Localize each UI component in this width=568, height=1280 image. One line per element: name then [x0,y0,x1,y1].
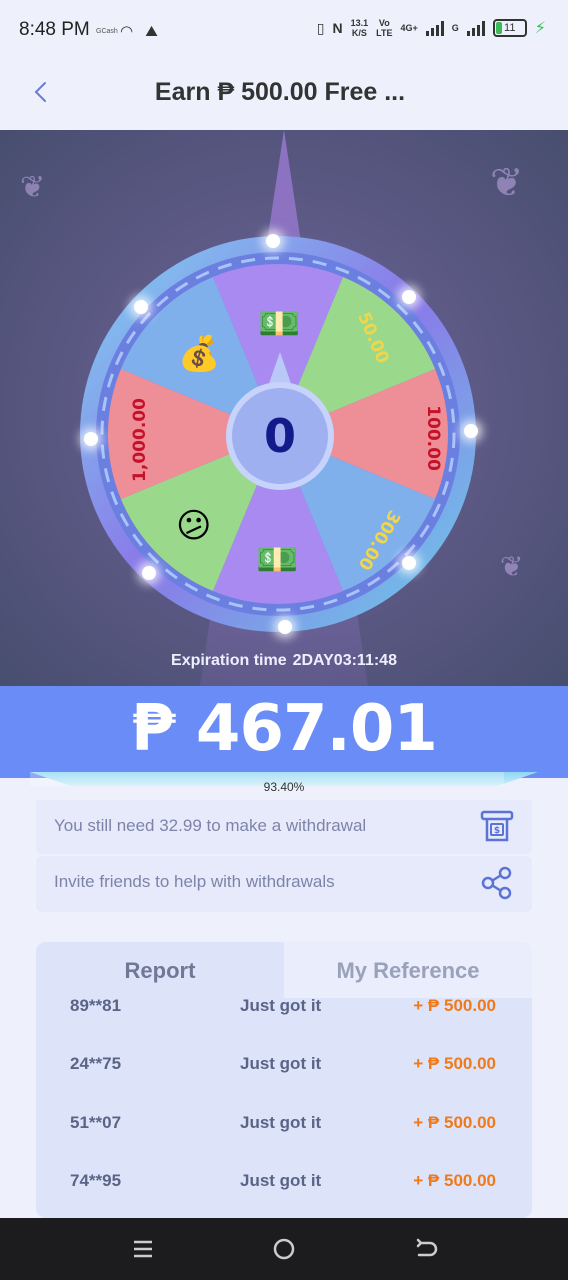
row-amount: + ₱ 500.00 [413,1054,496,1073]
row-amount: + ₱ 500.00 [413,1171,496,1190]
vibrate-icon: ▯ [316,19,325,36]
row-status: Just got it [240,1171,322,1190]
row-phone: 74**95 [70,1171,122,1190]
segment-label-1000: 1,000.00 [129,398,150,482]
row-status: Just got it [240,996,322,1015]
cash-icon: 💵 [258,305,301,343]
row-amount: + ₱ 500.00 [413,1113,496,1132]
speed-value: 13.1 [350,18,369,28]
invite-info-card[interactable]: Invite friends to help with withdrawals [36,856,532,912]
progress-label: 93.40% [263,780,305,794]
expiration-label: Expiration time [171,652,287,669]
battery-level: 11 [504,22,516,34]
wheel-light [278,620,292,634]
table-row: 24**75 Just got it + ₱ 500.00 [36,1054,532,1084]
tab-report[interactable]: Report [36,942,284,998]
expiration-value: 2DAY03:11:48 [292,652,397,669]
withdraw-icon: $ [480,810,514,842]
sad-face-icon: 😕 [176,507,212,545]
row-phone: 24**75 [70,1054,122,1073]
prize-wheel[interactable]: 50.00 100.00 300.00 1,000.00 💵 💰 😕 💵 0 [78,234,478,634]
coins-icon: 💰 [178,335,221,373]
row-phone: 51**07 [70,1113,122,1132]
table-row: 89**81 Just got it + ₱ 500.00 [36,996,532,1026]
wheel-light [84,432,98,446]
invite-text: Invite friends to help with withdrawals [54,872,335,891]
wheel-light [142,566,156,580]
report-panel: Report My Reference 89**81 Just got it +… [36,942,532,1218]
chevron-left-icon [34,82,46,102]
back-button[interactable] [30,80,54,104]
spin-count: 0 [263,409,296,463]
signal-icon-2 [466,20,485,36]
row-status: Just got it [240,1113,322,1132]
row-phone: 89**81 [70,996,122,1015]
butterfly-icon: ❦ [490,161,524,205]
balance-banner: ₱ 467.01 [0,686,568,778]
notification-icons: ◠ ⛰ [120,23,162,40]
share-button[interactable] [478,864,516,902]
wheel-light [464,424,478,438]
share-icon [481,866,512,900]
volte-top: Vo [378,18,390,28]
segment-label-100: 100.00 [422,405,443,471]
spin-wheel-section: ❦ ❦ ❦ 50.00 100.00 300.00 1,000.00 💵 💰 😕… [0,130,568,686]
carrier-tag: GCash [96,28,118,35]
status-right: ▯ N 13.1 K/S Vo LTE 4G+ G 11 ⚡ [317,18,546,38]
home-icon[interactable] [269,1234,299,1264]
cash-icon: 💵 [256,541,299,579]
expiration-timer: Expiration time 2DAY03:11:48 [0,652,568,670]
table-row: 74**95 Just got it + ₱ 500.00 [36,1171,532,1201]
network-speed: 13.1 K/S [351,18,369,38]
wheel-light [134,300,148,314]
status-bar: 8:48 PM GCash ◠ ⛰ ▯ N 13.1 K/S Vo LTE 4G… [0,0,568,58]
withdraw-button[interactable]: $ [478,808,516,846]
butterfly-icon: ❦ [20,171,46,204]
wheel-light [402,290,416,304]
row-status: Just got it [240,1054,322,1073]
tab-my-reference[interactable]: My Reference [284,942,532,998]
signal-icon [425,20,444,36]
butterfly-icon: ❦ [500,551,524,582]
speed-unit: K/S [351,28,367,38]
menu-icon[interactable] [128,1234,158,1264]
table-row: 51**07 Just got it + ₱ 500.00 [36,1113,532,1143]
battery-icon: 11 [492,19,527,37]
back-nav-icon[interactable] [411,1234,441,1264]
wheel-light [402,556,416,570]
charging-icon: ⚡ [534,20,546,37]
volte-indicator: Vo LTE [376,18,392,38]
withdrawal-progress: 93.40% [0,770,568,800]
spin-button[interactable]: 0 [226,382,334,490]
nfc-icon: N [332,20,343,36]
withdraw-need-text: You still need 32.99 to make a withdrawa… [54,816,367,835]
page-title: Earn ₱ 500.00 Free ... [154,78,406,106]
balance-amount: ₱ 467.01 [131,692,438,766]
network-type: 4G+ [400,23,418,33]
system-nav-bar [0,1218,568,1280]
app-header: Earn ₱ 500.00 Free ... [0,58,568,130]
svg-text:$: $ [494,826,500,836]
status-time: 8:48 PM [19,19,90,40]
volte-bottom: LTE [376,28,393,38]
network-type-2: G [451,23,459,33]
wheel-light [266,234,280,248]
withdraw-info-card: You still need 32.99 to make a withdrawa… [36,800,532,854]
row-amount: + ₱ 500.00 [413,996,496,1015]
